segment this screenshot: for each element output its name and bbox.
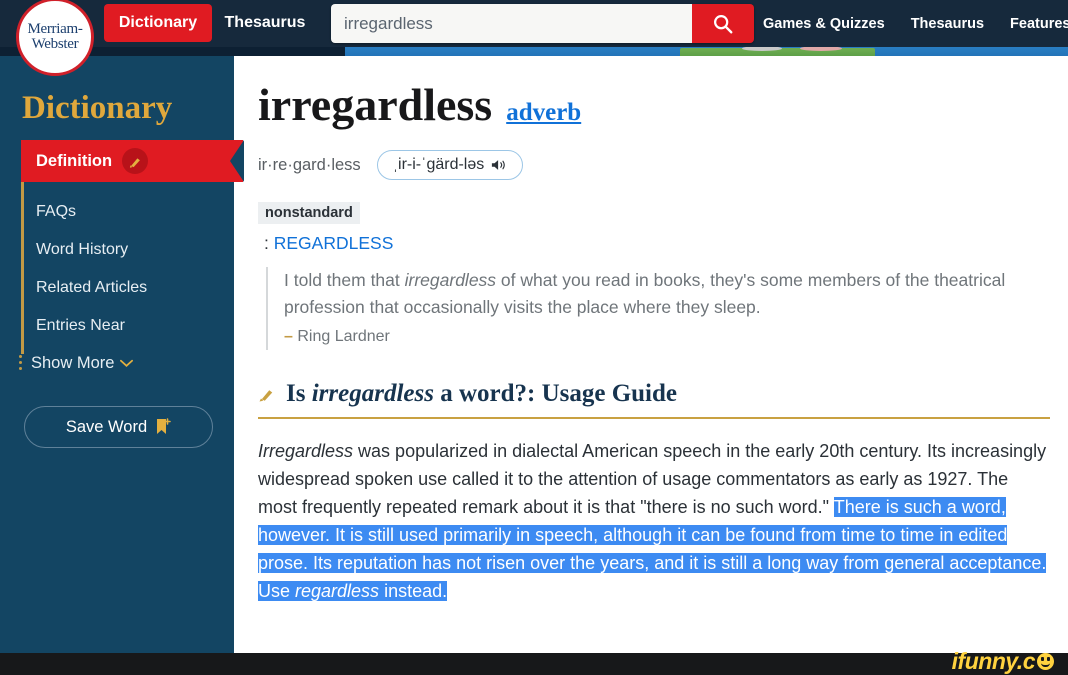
nav-dictionary-label: Dictionary [118, 14, 198, 31]
sidebar-item-label: Related Articles [36, 279, 148, 296]
sidebar: Dictionary Definition FAQs Word History … [0, 56, 244, 653]
usage-title-before: Is [286, 380, 312, 407]
part-of-speech-link[interactable]: adverb [506, 99, 581, 127]
footer-bar [0, 653, 1068, 675]
quote-italic-word: irregardless [404, 270, 497, 290]
speaker-icon [492, 160, 506, 170]
selected-text-italic: regardless [295, 581, 380, 601]
chevron-down-icon [120, 359, 134, 368]
sidebar-item-word-history[interactable]: Word History [36, 241, 128, 259]
sidebar-item-entries-near[interactable]: Entries Near [36, 317, 125, 335]
usage-title-after: a word?: Usage Guide [433, 380, 678, 407]
selected-text-part-2: instead. [379, 581, 448, 601]
quill-pen-icon [259, 390, 273, 402]
save-word-button[interactable]: Save Word [24, 406, 213, 448]
pronunciation-play-button[interactable]: ˌir-i-ˈgärd-ləs [376, 150, 524, 180]
headword-row: irregardless adverb [258, 82, 1050, 128]
merriam-webster-logo[interactable]: Merriam- Webster [16, 0, 94, 76]
site-header: Dictionary Thesaurus Games & Quizzes The… [0, 0, 1068, 76]
smiley-face-icon [1037, 653, 1054, 670]
pronunciation-text: ˌir-i-ˈgärd-ləs [392, 156, 485, 173]
search-button[interactable] [692, 4, 754, 43]
usage-guide-heading: Is irregardless a word?: Usage Guide [258, 380, 1050, 419]
search-input[interactable] [331, 4, 692, 43]
attribution-dash: – [284, 328, 293, 345]
sidebar-item-faqs[interactable]: FAQs [36, 203, 76, 221]
page-title: irregardless [258, 79, 493, 130]
page-root: Dictionary Thesaurus Games & Quizzes The… [0, 0, 1068, 675]
drag-handle-dots-icon [19, 355, 22, 373]
logo-line-1: Merriam- [27, 21, 83, 37]
sidebar-item-related-articles[interactable]: Related Articles [36, 279, 147, 297]
nav-thesaurus-secondary[interactable]: Thesaurus [911, 16, 984, 32]
sidebar-item-definition[interactable]: Definition [21, 140, 244, 182]
watermark-text: ifunny.c [951, 648, 1036, 674]
usage-guide-title: Is irregardless a word?: Usage Guide [286, 380, 677, 408]
bookmark-plus-icon [157, 417, 171, 434]
nav-games-quizzes[interactable]: Games & Quizzes [763, 16, 885, 32]
quill-pen-icon [122, 148, 149, 174]
ifunny-watermark: ifunny.c [952, 648, 1054, 675]
attribution-name: Ring Lardner [297, 328, 390, 345]
nav-thesaurus-label: Thesaurus [224, 14, 306, 31]
header-nav-right: Games & Quizzes Thesaurus Features W [763, 0, 1068, 47]
sidebar-show-more[interactable]: Show More [31, 354, 134, 373]
usage-label-chip: nonstandard [258, 202, 360, 224]
sidebar-item-label: Entries Near [36, 317, 125, 334]
search-icon [714, 14, 733, 33]
nav-thesaurus[interactable]: Thesaurus [218, 4, 312, 42]
nav-features[interactable]: Features [1010, 16, 1068, 32]
syllabification: ir·re·gard·less [258, 155, 361, 174]
quote-attribution: – Ring Lardner [284, 323, 1050, 350]
save-word-label: Save Word [65, 417, 148, 436]
sidebar-item-definition-label: Definition [36, 151, 113, 170]
entry-content: irregardless adverb ir·re·gard·less ˌir-… [234, 56, 1068, 653]
quote-before: I told them that [284, 270, 405, 290]
nav-dictionary[interactable]: Dictionary [104, 4, 212, 42]
usage-title-italic: irregardless [311, 380, 434, 407]
example-quote: I told them that irregardless of what yo… [266, 267, 1050, 350]
usage-guide-paragraph: Irregardless was popularized in dialecta… [258, 437, 1050, 605]
sense-colon: : [264, 233, 269, 253]
pronunciation-row: ir·re·gard·less ˌir-i-ˈgärd-ləs [258, 150, 1050, 180]
sense-definition: : REGARDLESS [258, 233, 1050, 254]
cross-reference-link[interactable]: REGARDLESS [274, 233, 394, 253]
search-bar [331, 4, 754, 43]
sidebar-show-more-label: Show More [31, 354, 115, 372]
sidebar-item-label: Word History [36, 241, 129, 258]
sidebar-item-label: FAQs [36, 203, 77, 220]
logo-line-2: Webster [31, 36, 79, 52]
paragraph-lead-italic: Irregardless [258, 441, 354, 461]
